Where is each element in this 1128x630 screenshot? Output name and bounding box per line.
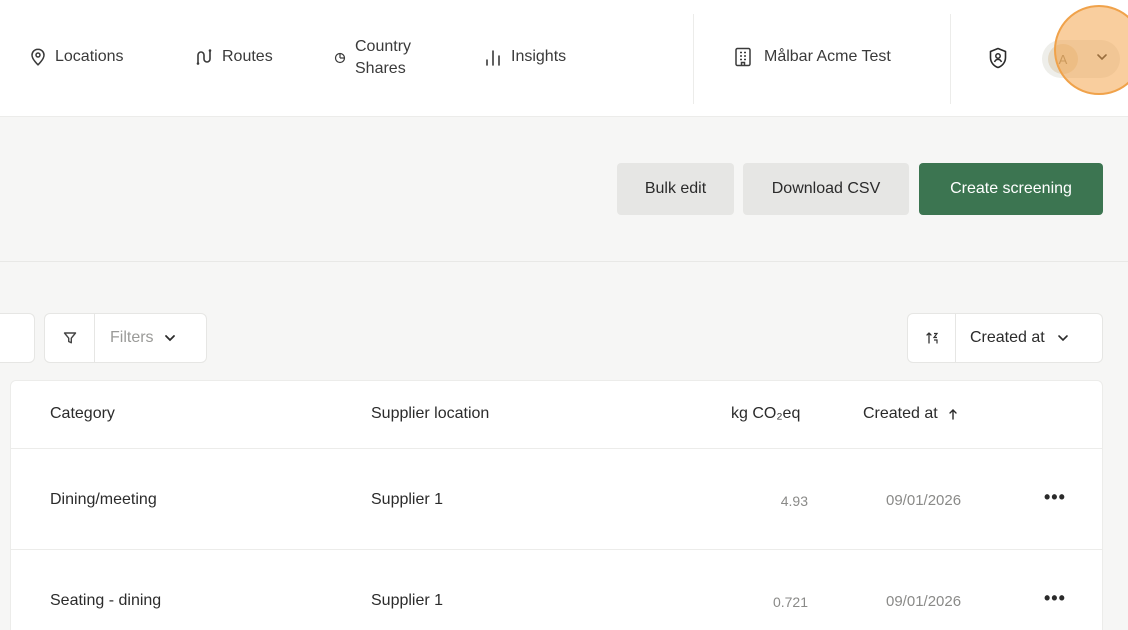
header-created-at-label: Created at [863, 405, 938, 422]
nav-locations-label: Locations [55, 48, 124, 65]
nav-country-shares-line2: Shares [355, 60, 406, 77]
nav-insights[interactable]: Insights [484, 48, 566, 66]
create-screening-button[interactable]: Create screening [919, 163, 1103, 215]
screenings-table: Category Supplier location kg CO₂eq Crea… [10, 380, 1103, 630]
chevron-down-icon[interactable] [1096, 52, 1108, 62]
header-co2[interactable]: kg CO₂eq [731, 405, 800, 423]
avatar[interactable]: A [1048, 44, 1078, 74]
cell-created-at: 09/01/2026 [886, 593, 962, 610]
admin-shield-button[interactable] [988, 47, 1008, 74]
route-icon [196, 49, 212, 65]
sort-field-label: Created at [970, 329, 1045, 346]
download-csv-button[interactable]: Download CSV [743, 163, 909, 215]
sort-direction-button[interactable] [908, 314, 956, 362]
header-created-at[interactable]: Created at [863, 405, 958, 423]
sort-icon [925, 332, 938, 344]
header-category[interactable]: Category [50, 405, 115, 423]
pie-chart-icon [334, 52, 346, 64]
cell-created-at: 09/01/2026 [886, 492, 962, 509]
building-icon [735, 47, 751, 67]
sort-field-select[interactable]: Created at [970, 329, 1069, 347]
cell-supplier: Supplier 1 [371, 592, 444, 609]
row-more-menu-icon[interactable]: ••• [1044, 487, 1066, 508]
nav-locations[interactable]: Locations [30, 48, 124, 66]
bulk-edit-button[interactable]: Bulk edit [617, 163, 734, 215]
nav-country-shares-label: Country Shares [355, 36, 411, 80]
nav-routes-label: Routes [222, 48, 273, 65]
cell-category: Dining/meeting [50, 491, 157, 508]
table-row[interactable]: Seating - dining Supplier 1 0.721 09/01/… [11, 550, 1102, 630]
filter-icon-cell [45, 314, 95, 362]
chevron-down-icon [164, 335, 175, 342]
bar-chart-icon [486, 50, 500, 66]
search-input[interactable] [0, 313, 35, 363]
nav-insights-label: Insights [511, 48, 567, 65]
chevron-down-icon [1057, 335, 1068, 342]
header-supplier-location[interactable]: Supplier location [371, 405, 489, 423]
shield-user-icon [989, 47, 1007, 69]
table-row[interactable]: Dining/meeting Supplier 1 4.93 09/01/202… [11, 449, 1102, 550]
filters-label-wrap: Filters [110, 329, 176, 347]
cell-supplier: Supplier 1 [371, 491, 444, 508]
nav-routes[interactable]: Routes [195, 48, 273, 66]
nav-divider [693, 14, 694, 104]
organization-switcher[interactable]: Målbar Acme Test [734, 47, 891, 67]
row-more-menu-icon[interactable]: ••• [1044, 588, 1066, 609]
nav-country-shares[interactable]: Country Shares [334, 36, 411, 80]
cell-co2: 4.93 [780, 493, 808, 509]
organization-name: Målbar Acme Test [764, 48, 891, 65]
arrow-up-icon [949, 409, 957, 420]
filters-label: Filters [110, 329, 154, 346]
filters-dropdown[interactable]: Filters [44, 313, 207, 363]
sort-control[interactable]: Created at [907, 313, 1103, 363]
cell-co2: 0.721 [772, 594, 808, 610]
nav-divider [950, 14, 951, 104]
location-pin-icon [31, 48, 45, 66]
top-navigation: Locations Routes Country Shares Insights… [0, 0, 1128, 117]
filter-funnel-icon [63, 332, 76, 344]
table-header: Category Supplier location kg CO₂eq Crea… [11, 381, 1102, 449]
cell-category: Seating - dining [50, 592, 162, 609]
nav-country-shares-line1: Country [355, 38, 412, 55]
